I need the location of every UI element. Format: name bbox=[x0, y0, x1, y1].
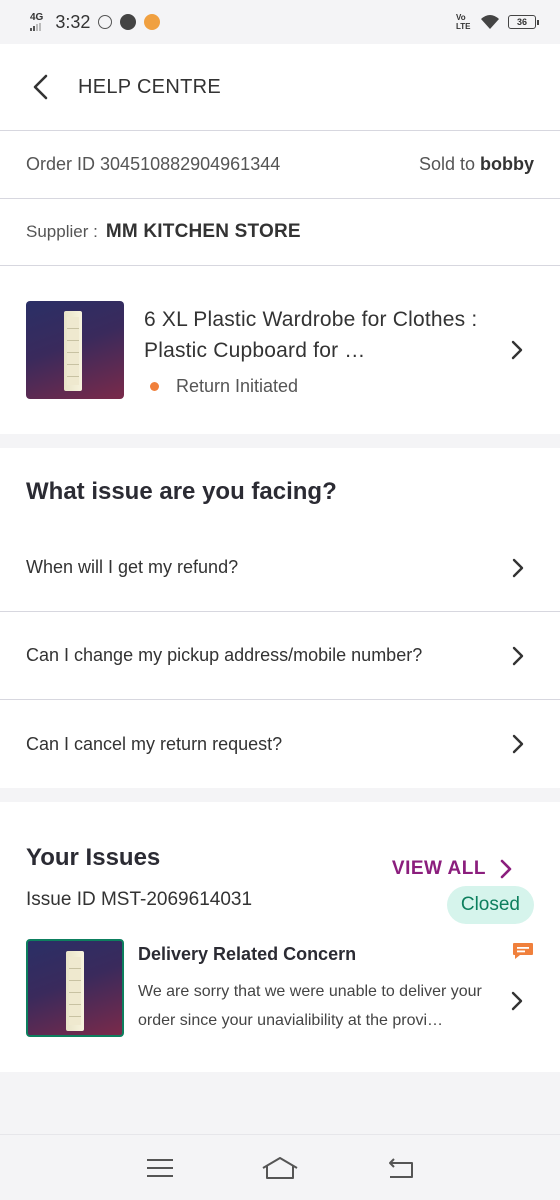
app-icon bbox=[120, 14, 137, 30]
order-row: Order ID 304510882904961344 Sold to bobb… bbox=[0, 131, 560, 199]
status-badge: Closed bbox=[446, 886, 534, 924]
product-row[interactable]: 6 XL Plastic Wardrobe for Clothes : Plas… bbox=[0, 266, 560, 434]
your-issues-section: Your Issues VIEW ALL Issue ID MST-206961… bbox=[0, 802, 560, 1072]
issues-section: What issue are you facing? When will I g… bbox=[0, 448, 560, 788]
product-image bbox=[26, 301, 124, 399]
issue-description: We are sorry that we were unable to deli… bbox=[138, 983, 482, 1029]
product-name: 6 XL Plastic Wardrobe for Clothes : Plas… bbox=[144, 307, 478, 362]
sold-to: Sold to bobby bbox=[418, 154, 534, 174]
chevron-right-icon[interactable] bbox=[510, 340, 524, 360]
chevron-right-icon bbox=[512, 646, 524, 665]
chevron-right-icon bbox=[512, 734, 524, 754]
issue-item-pickup-address[interactable]: Can I change my pickup address/mobile nu… bbox=[0, 612, 560, 700]
chevron-right-icon bbox=[512, 558, 524, 577]
wifi-icon bbox=[481, 15, 499, 29]
whatsapp-icon bbox=[98, 15, 113, 29]
issue-card[interactable]: Delivery Related Concern We are sorry th… bbox=[26, 939, 534, 1039]
status-bar: 4G 3:32 Vo LTE 36 bbox=[0, 0, 560, 44]
return-status: Return Initiated bbox=[144, 376, 534, 397]
chevron-right-icon bbox=[500, 859, 512, 879]
back-icon[interactable] bbox=[32, 74, 56, 100]
clock: 3:32 bbox=[55, 11, 91, 32]
volte-icon: Vo LTE bbox=[456, 13, 471, 31]
back-nav-icon[interactable] bbox=[380, 1153, 420, 1183]
top-bar: HELP CENTRE bbox=[0, 44, 560, 131]
supplier-label: Supplier : bbox=[26, 222, 98, 241]
your-issues-title: Your Issues bbox=[26, 844, 161, 871]
system-nav-bar bbox=[0, 1134, 560, 1200]
home-icon[interactable] bbox=[260, 1153, 300, 1183]
menu-icon[interactable] bbox=[140, 1153, 180, 1183]
page-title: HELP CENTRE bbox=[78, 75, 221, 98]
chevron-right-icon[interactable] bbox=[510, 991, 524, 1011]
issue-product-image bbox=[26, 939, 124, 1037]
chat-icon bbox=[513, 943, 533, 959]
supplier-row: Supplier : MM KITCHEN STORE bbox=[0, 199, 560, 266]
issue-heading: Delivery Related Concern bbox=[138, 944, 357, 964]
notification-icon bbox=[144, 14, 161, 30]
issue-item-refund[interactable]: When will I get my refund? bbox=[0, 524, 560, 612]
issue-item-cancel-return[interactable]: Can I cancel my return request? bbox=[0, 700, 560, 788]
battery-icon: 36 bbox=[508, 15, 539, 29]
view-all-button[interactable]: VIEW ALL bbox=[392, 858, 512, 880]
issues-title: What issue are you facing? bbox=[26, 478, 337, 505]
order-id: Order ID 304510882904961344 bbox=[26, 154, 281, 174]
supplier-name: MM KITCHEN STORE bbox=[105, 221, 301, 242]
signal-icon: 4G bbox=[30, 13, 43, 31]
issue-id: Issue ID MST-2069614031 bbox=[26, 889, 253, 910]
status-dot-icon bbox=[150, 381, 159, 391]
